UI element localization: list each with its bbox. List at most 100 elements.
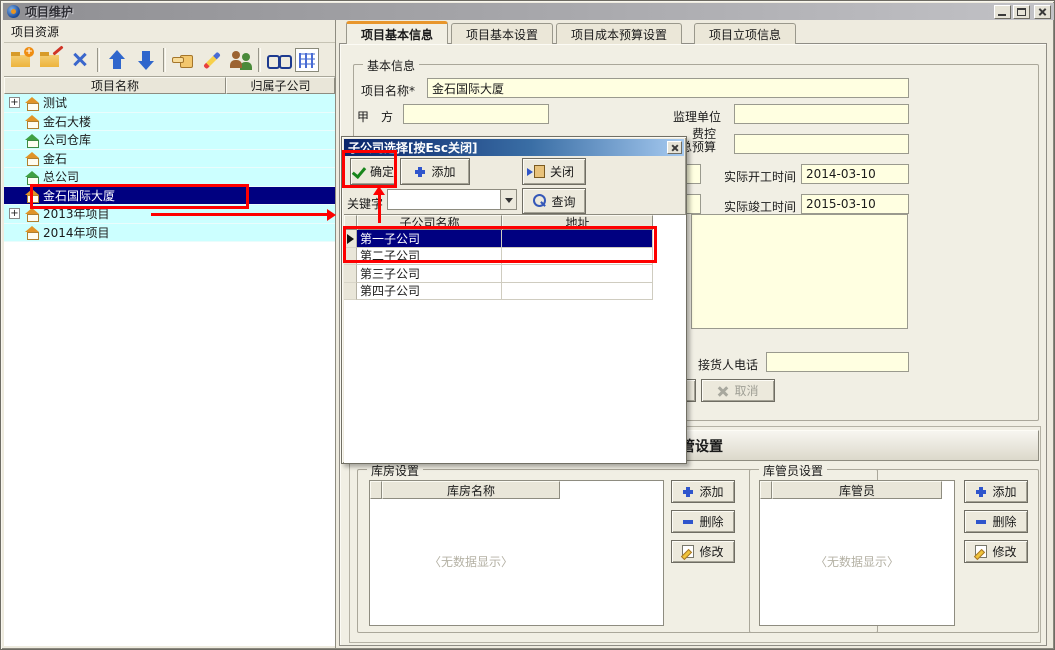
app-window: 项目维护 项目资源 项目名称 归属子公司 + 测试 + 金石大楼 +: [0, 0, 1055, 650]
actual-start-label: 实际开工时间: [724, 168, 796, 185]
receiver-phone-input[interactable]: [766, 352, 909, 372]
minimize-button[interactable]: [994, 5, 1011, 19]
cancel-button[interactable]: 取消: [701, 379, 775, 402]
subsidiary-rows: 第一子公司 第二子公司 第三子公司 第四子公司: [344, 230, 686, 300]
button-label: 删除: [992, 513, 1016, 530]
keyword-value: [388, 190, 396, 209]
search-icon[interactable]: [266, 48, 290, 72]
subsidiary-row[interactable]: 第三子公司: [344, 265, 686, 283]
keeper-action-button[interactable]: 添加: [964, 480, 1028, 503]
move-down-icon[interactable]: [134, 48, 158, 72]
keeper-empty-text: 〈无数据显示〉: [782, 553, 932, 570]
warehouse-column-header[interactable]: 库房名称: [382, 481, 560, 499]
warehouse-action-button[interactable]: 添加: [671, 480, 735, 503]
keeper-column-header[interactable]: 库管员: [772, 481, 942, 499]
project-name-input[interactable]: [427, 78, 909, 98]
tree-item[interactable]: + 测试: [4, 94, 335, 113]
tree-column-headers: 项目名称 归属子公司: [4, 77, 335, 94]
subsidiary-row[interactable]: 第二子公司: [344, 248, 686, 266]
actual-end-input[interactable]: [801, 194, 909, 214]
window-title: 项目维护: [25, 3, 73, 20]
tab-strip: 项目基本信息 项目基本设置 项目成本预算设置 项目立项信息: [346, 21, 796, 44]
tab[interactable]: 项目成本预算设置: [556, 23, 682, 44]
tree-item[interactable]: + 总公司: [4, 168, 335, 187]
tree-item[interactable]: + 金石国际大厦: [4, 187, 335, 206]
subsidiary-row[interactable]: 第四子公司: [344, 283, 686, 301]
column-header-company[interactable]: 归属子公司: [226, 77, 335, 94]
keeper-action-button[interactable]: 删除: [964, 510, 1028, 533]
tree-item-label: 金石: [43, 150, 67, 167]
edit-folder-icon[interactable]: [39, 48, 63, 72]
button-label: 修改: [992, 543, 1016, 560]
subsidiary-grid-header: 子公司名称 地址: [344, 215, 686, 230]
tab[interactable]: 项目基本设置: [451, 23, 553, 44]
subsidiary-name: 第二子公司: [357, 248, 502, 266]
tree-item[interactable]: + 金石: [4, 150, 335, 169]
users-icon[interactable]: [229, 48, 253, 72]
tab-label: 项目基本设置: [466, 26, 538, 43]
column-header-project-name[interactable]: 项目名称: [4, 77, 226, 94]
chevron-down-icon[interactable]: [500, 190, 516, 209]
party-a-input[interactable]: [403, 104, 549, 124]
supervisor-label: 监理单位: [673, 108, 721, 125]
minus-icon: [975, 516, 987, 528]
ok-button[interactable]: 确定: [350, 158, 396, 185]
new-folder-icon[interactable]: [10, 48, 34, 72]
edit-icon: [682, 545, 694, 558]
warehouse-indicator-header: [370, 481, 382, 499]
notes-textarea[interactable]: [691, 214, 908, 329]
separator[interactable]: [258, 48, 261, 72]
modify-icon[interactable]: [200, 48, 224, 72]
grid-indicator-header: [344, 215, 357, 230]
separator[interactable]: [97, 48, 100, 72]
move-up-icon[interactable]: [105, 48, 129, 72]
house-icon: [25, 134, 39, 146]
close-button[interactable]: [1034, 5, 1051, 19]
house-icon: [25, 97, 39, 109]
keyword-combobox[interactable]: [387, 189, 517, 210]
sidebar-header: 项目资源: [4, 21, 335, 43]
cancel-button-label: 取消: [734, 382, 758, 399]
row-arrow-icon: [347, 234, 354, 244]
tree-item[interactable]: + 2014年项目: [4, 224, 335, 243]
button-label: 添加: [992, 483, 1016, 500]
project-name-label: 项目名称*: [361, 82, 415, 99]
tab[interactable]: 项目基本信息: [346, 21, 448, 44]
actual-start-input[interactable]: [801, 164, 909, 184]
tab-label: 项目立项信息: [709, 26, 781, 43]
tree-item[interactable]: + 公司仓库: [4, 131, 335, 150]
tab[interactable]: 项目立项信息: [694, 23, 796, 44]
warehouse-action-button[interactable]: 修改: [671, 540, 735, 563]
separator[interactable]: [163, 48, 166, 72]
select-icon[interactable]: [171, 48, 195, 72]
sidebar-header-label: 项目资源: [11, 23, 59, 40]
expand-icon[interactable]: +: [9, 97, 20, 108]
dialog-title-bar: 子公司选择[按Esc关闭]: [344, 139, 684, 156]
keeper-action-button[interactable]: 修改: [964, 540, 1028, 563]
subsidiary-grid: 子公司名称 地址 第一子公司 第二子公司 第三子公司: [344, 214, 686, 463]
budget-input[interactable]: [734, 134, 909, 154]
row-indicator: [344, 248, 357, 266]
dialog-close-action-button[interactable]: 关闭: [522, 158, 586, 185]
supervisor-input[interactable]: [734, 104, 909, 124]
delete-icon[interactable]: [68, 48, 92, 72]
actual-end-label: 实际竣工时间: [724, 198, 796, 215]
query-button[interactable]: 查询: [522, 188, 586, 214]
tree-item[interactable]: + 2013年项目: [4, 205, 335, 224]
maximize-icon: [1017, 8, 1026, 16]
expand-icon[interactable]: +: [9, 208, 20, 219]
dialog-close-button[interactable]: [667, 141, 682, 154]
warehouse-action-button[interactable]: 删除: [671, 510, 735, 533]
report-icon[interactable]: [295, 48, 319, 72]
subsidiary-name: 第一子公司: [357, 230, 502, 248]
subsidiary-address: [502, 265, 653, 283]
add-button[interactable]: 添加: [400, 158, 470, 185]
tree-item[interactable]: + 金石大楼: [4, 113, 335, 132]
maximize-button[interactable]: [1013, 5, 1030, 19]
house-icon: [25, 208, 39, 220]
subsidiary-address: [502, 283, 653, 301]
grid-name-header[interactable]: 子公司名称: [357, 215, 502, 230]
grid-address-header[interactable]: 地址: [502, 215, 653, 230]
subsidiary-row[interactable]: 第一子公司: [344, 230, 686, 248]
dialog-title: 子公司选择[按Esc关闭]: [348, 139, 477, 156]
